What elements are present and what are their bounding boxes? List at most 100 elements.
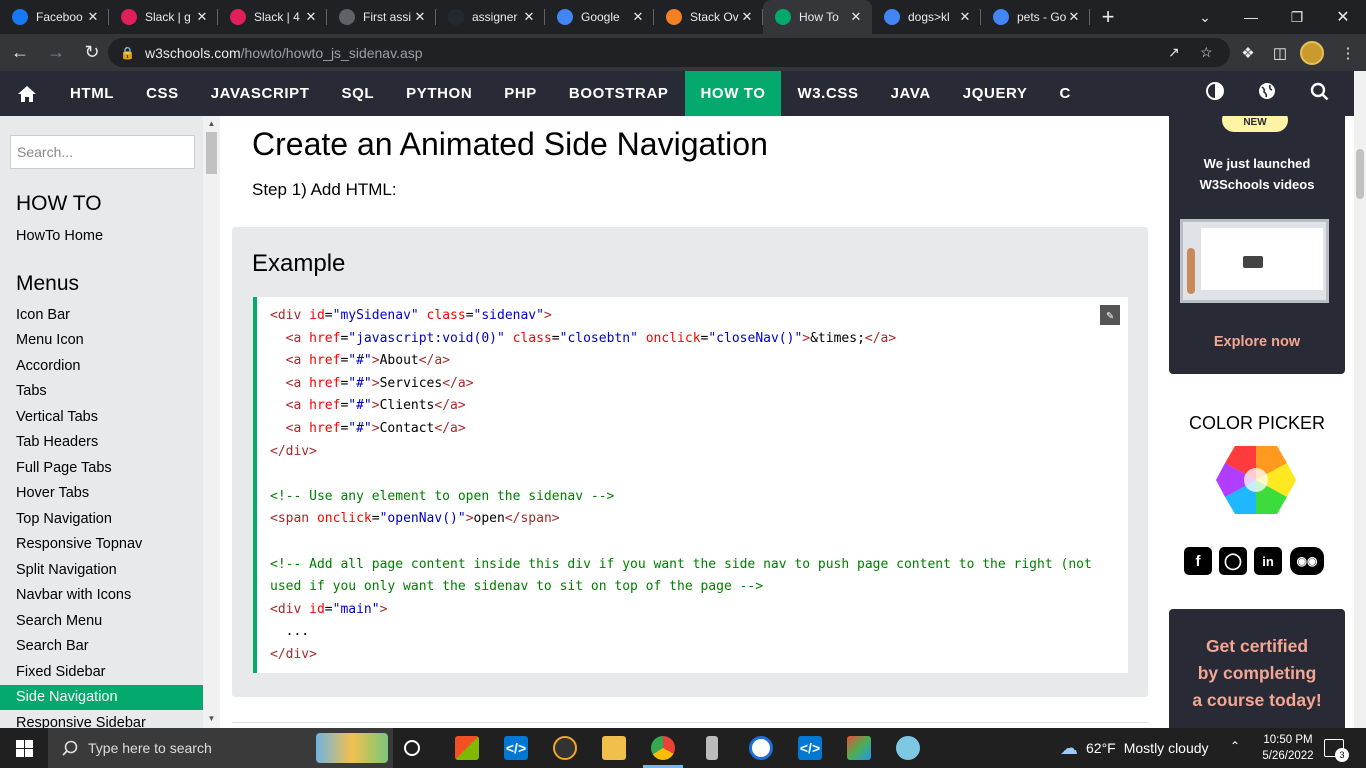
browser-tab[interactable]: First assi ✕ <box>327 0 436 34</box>
close-tab-icon[interactable]: ✕ <box>412 9 428 25</box>
browser-tab[interactable]: Google ✕ <box>545 0 654 34</box>
browser-tab[interactable]: Stack Ov ✕ <box>654 0 763 34</box>
certification-promo-card[interactable]: Get certified by completing a course tod… <box>1169 609 1345 728</box>
instagram-icon[interactable]: ◯ <box>1219 547 1247 575</box>
discord-icon[interactable]: ◉◉ <box>1290 547 1324 575</box>
play-icon[interactable] <box>1243 256 1263 268</box>
sidebar-link[interactable]: Split Navigation <box>0 557 203 582</box>
sidebar-link[interactable]: Fixed Sidebar <box>0 659 203 684</box>
topnav-item[interactable]: HOW TO <box>684 71 782 116</box>
close-tab-icon[interactable]: ✕ <box>521 9 537 25</box>
sidebar-link[interactable]: Search Bar <box>0 634 203 659</box>
vscode-icon[interactable]: </> <box>798 736 822 760</box>
file-explorer-icon[interactable] <box>602 736 626 760</box>
sidebar-link[interactable]: Tab Headers <box>0 430 203 455</box>
close-tab-icon[interactable]: ✕ <box>848 9 864 25</box>
browser-tab[interactable]: Slack | 4 ✕ <box>218 0 327 34</box>
address-bar[interactable]: 🔒 w3schools.com/howto/howto_js_sidenav.a… <box>108 38 1230 67</box>
close-tab-icon[interactable]: ✕ <box>303 9 319 25</box>
close-tab-icon[interactable]: ✕ <box>739 9 755 25</box>
globe-icon[interactable] <box>1258 82 1276 105</box>
code-block[interactable]: ✎ <div id="mySidenav" class="sidenav"> <… <box>253 297 1128 673</box>
bookmark-star-icon[interactable]: ☆ <box>1200 44 1213 61</box>
sidebar-link[interactable]: Navbar with Icons <box>0 583 203 608</box>
reload-button[interactable]: ↻ <box>76 37 108 69</box>
notification-center-icon[interactable]: 3 <box>1324 739 1349 762</box>
page-scrollbar[interactable] <box>1354 71 1366 728</box>
sidebar-link[interactable]: Menu Icon <box>0 328 203 353</box>
page-scrollbar-thumb[interactable] <box>1356 149 1364 199</box>
browser-tab[interactable]: assigner ✕ <box>436 0 545 34</box>
profile-avatar[interactable] <box>1300 41 1324 65</box>
theme-toggle-icon[interactable] <box>1206 82 1224 105</box>
video-thumbnail[interactable] <box>1180 219 1329 303</box>
search-icon[interactable] <box>1310 82 1329 106</box>
weather-widget[interactable]: ☁ 62°F Mostly cloudy <box>1060 728 1209 768</box>
scroll-down-arrow-icon[interactable]: ▼ <box>203 714 220 723</box>
browser-tab[interactable]: pets - Go ✕ <box>981 0 1090 34</box>
sidebar-link[interactable]: Icon Bar <box>0 302 203 327</box>
topnav-item[interactable]: HTML <box>54 71 130 116</box>
browser-tab[interactable]: How To ✕ <box>763 0 872 34</box>
close-window-button[interactable]: ✕ <box>1320 0 1366 34</box>
taskbar-search-box[interactable]: Type here to search <box>48 728 393 768</box>
topnav-item[interactable]: PHP <box>488 71 553 116</box>
sidebar-scrollbar[interactable]: ▲ ▼ <box>203 116 220 728</box>
sidebar-link[interactable]: Vertical Tabs <box>0 404 203 429</box>
close-tab-icon[interactable]: ✕ <box>630 9 646 25</box>
topnav-item[interactable]: JAVASCRIPT <box>195 71 326 116</box>
browser-tab[interactable]: Slack | g ✕ <box>109 0 218 34</box>
scroll-up-arrow-icon[interactable]: ▲ <box>203 119 220 128</box>
sidebar-link[interactable]: Side Navigation <box>0 684 203 710</box>
close-tab-icon[interactable]: ✕ <box>957 9 973 25</box>
microsoft-store-icon[interactable] <box>455 736 479 760</box>
chevron-up-icon[interactable]: ⌃ <box>1230 739 1240 753</box>
sidebar-search-input[interactable]: Search... <box>10 135 195 169</box>
side-panel-icon[interactable]: ◫ <box>1266 39 1294 67</box>
paint-icon[interactable] <box>896 736 920 760</box>
share-icon[interactable]: ↗ <box>1168 44 1180 61</box>
sidebar-link[interactable]: Accordion <box>0 353 203 378</box>
minimize-button[interactable]: — <box>1228 0 1274 34</box>
forward-button[interactable]: → <box>40 37 72 69</box>
sidebar-link[interactable]: Top Navigation <box>0 506 203 531</box>
topnav-item[interactable]: SQL <box>326 71 391 116</box>
browser-tab[interactable]: Faceboo ✕ <box>0 0 109 34</box>
close-tab-icon[interactable]: ✕ <box>85 9 101 25</box>
maximize-button[interactable]: ❐ <box>1274 0 1320 34</box>
phone-app-icon[interactable] <box>706 736 718 760</box>
topnav-item[interactable]: CSS <box>130 71 195 116</box>
obs-icon[interactable] <box>553 736 577 760</box>
topnav-item[interactable]: JAVA <box>875 71 947 116</box>
topnav-item[interactable]: JQUERY <box>947 71 1044 116</box>
color-wheel-icon[interactable] <box>1215 444 1297 516</box>
task-view-icon[interactable] <box>404 740 420 756</box>
browser-tab[interactable]: dogs>kl ✕ <box>872 0 981 34</box>
topnav-item[interactable]: PYTHON <box>390 71 488 116</box>
close-tab-icon[interactable]: ✕ <box>1066 9 1082 25</box>
topnav-item[interactable]: W3.CSS <box>781 71 874 116</box>
vscode-icon[interactable]: </> <box>504 736 528 760</box>
close-tab-icon[interactable]: ✕ <box>194 9 210 25</box>
video-promo-card[interactable]: NEW We just launched W3Schools videos Ex… <box>1169 116 1345 374</box>
sidebar-link[interactable]: Responsive Topnav <box>0 532 203 557</box>
linkedin-icon[interactable]: in <box>1254 547 1282 575</box>
topnav-item[interactable]: C <box>1044 71 1087 116</box>
explore-now-link[interactable]: Explore now <box>1169 334 1345 350</box>
windows-start-button[interactable] <box>0 728 48 768</box>
chrome-icon[interactable] <box>651 736 675 760</box>
clock-app-icon[interactable] <box>749 736 773 760</box>
app-icon[interactable] <box>847 736 871 760</box>
extensions-icon[interactable]: ❖ <box>1234 39 1262 67</box>
sidebar-link[interactable]: HowTo Home <box>0 223 203 248</box>
sidebar-link[interactable]: Responsive Sidebar <box>0 710 203 729</box>
facebook-icon[interactable]: f <box>1184 547 1212 575</box>
tab-search-chevron-icon[interactable]: ⌄ <box>1182 0 1228 34</box>
sidebar-link[interactable]: Tabs <box>0 379 203 404</box>
copy-code-icon[interactable]: ✎ <box>1100 305 1120 325</box>
sidebar-link[interactable]: Search Menu <box>0 608 203 633</box>
new-tab-button[interactable]: + <box>1090 0 1126 34</box>
topnav-item[interactable]: BOOTSTRAP <box>553 71 685 116</box>
sidebar-link[interactable]: Full Page Tabs <box>0 455 203 480</box>
sidebar-link[interactable]: Hover Tabs <box>0 481 203 506</box>
